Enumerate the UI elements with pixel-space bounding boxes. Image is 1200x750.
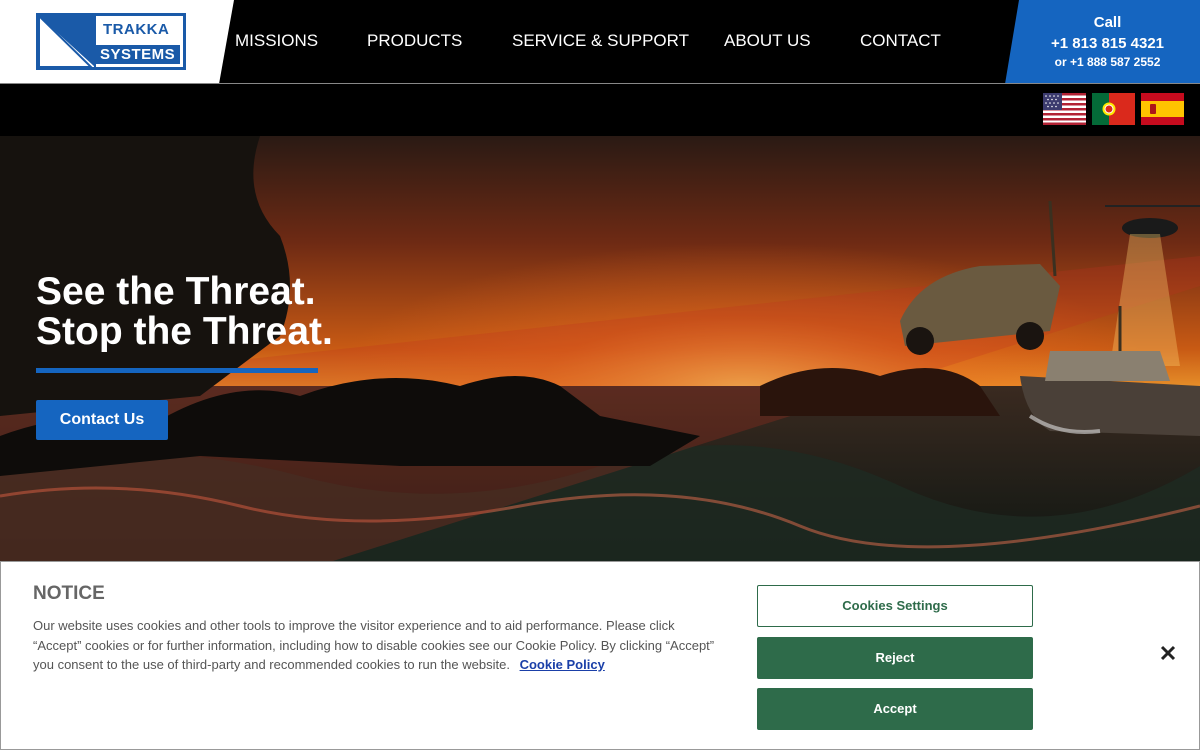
call-box[interactable]: Call +1 813 815 4321 or +1 888 587 2552 (1005, 0, 1200, 84)
us-flag-icon[interactable] (1043, 93, 1086, 125)
hero-underline (36, 368, 318, 373)
cookie-banner: NOTICE Our website uses cookies and othe… (0, 561, 1200, 750)
contact-us-button[interactable]: Contact Us (36, 400, 168, 440)
nav-about-us[interactable]: ABOUT US (724, 0, 811, 82)
nav-products[interactable]: PRODUCTS (367, 0, 462, 82)
phone-secondary[interactable]: or +1 888 587 2552 (1005, 55, 1200, 69)
accept-button[interactable]: Accept (757, 688, 1033, 730)
language-bar (0, 84, 1200, 136)
site-header: TRAKKA SYSTEMS MISSIONS PRODUCTS SERVICE… (0, 0, 1200, 84)
cookie-text-body: Our website uses cookies and other tools… (33, 618, 715, 672)
logo-area: TRAKKA SYSTEMS (0, 0, 234, 84)
logo-text-top: TRAKKA (103, 21, 170, 38)
close-icon[interactable] (1157, 642, 1179, 664)
cookie-notice-text: Our website uses cookies and other tools… (33, 616, 723, 675)
hero-headline-line2: Stop the Threat. (36, 310, 333, 353)
hero-headline-line1: See the Threat. (36, 270, 316, 313)
nav-contact[interactable]: CONTACT (860, 0, 941, 82)
cookie-policy-link[interactable]: Cookie Policy (520, 657, 605, 672)
nav-missions[interactable]: MISSIONS (235, 0, 318, 82)
hero-banner: See the Threat. Stop the Threat. Contact… (0, 136, 1200, 562)
trakka-logo[interactable]: TRAKKA SYSTEMS (36, 13, 186, 70)
nav-service-support[interactable]: SERVICE & SUPPORT (512, 0, 689, 82)
portugal-flag-icon[interactable] (1092, 93, 1135, 125)
reject-button[interactable]: Reject (757, 637, 1033, 679)
logo-text-bottom: SYSTEMS (95, 45, 181, 64)
cookie-notice-title: NOTICE (33, 583, 105, 604)
call-label: Call (1093, 14, 1122, 31)
spain-flag-icon[interactable] (1141, 93, 1184, 125)
phone-primary[interactable]: +1 813 815 4321 (1005, 35, 1200, 52)
cookies-settings-button[interactable]: Cookies Settings (757, 585, 1033, 627)
hero-headline: See the Threat. Stop the Threat. (36, 272, 333, 352)
